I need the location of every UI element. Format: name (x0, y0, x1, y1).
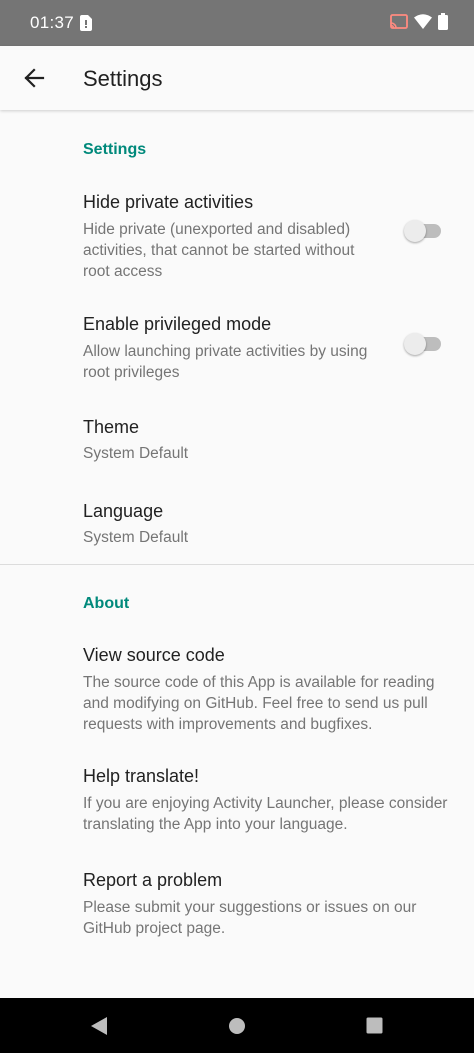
back-button[interactable] (16, 60, 52, 96)
pref-title: Enable privileged mode (83, 314, 272, 334)
arrow-back-icon (24, 68, 45, 88)
sim-card-icon (80, 15, 92, 31)
pref-summary: The source code of this App is available… (83, 674, 435, 733)
category-settings-header: Settings (83, 141, 147, 158)
pref-summary: If you are enjoying Activity Launcher, p… (83, 795, 448, 833)
pref-summary: System Default (83, 529, 189, 546)
cast-icon (390, 13, 408, 35)
status-icons (390, 13, 448, 35)
recents-square-icon (366, 1017, 382, 1034)
pref-summary: Allow launching private activities by us… (83, 343, 368, 381)
pref-title: Hide private activities (83, 192, 254, 212)
pref-view-source-code[interactable]: View source code The source code of this… (0, 645, 474, 737)
pref-summary: Please submit your suggestions or issues… (83, 899, 417, 937)
pref-title: Language (83, 501, 164, 521)
pref-theme[interactable]: Theme System Default (0, 417, 474, 467)
pref-title: View source code (83, 645, 225, 665)
privileged-mode-switch[interactable] (404, 332, 444, 356)
pref-language[interactable]: Language System Default (0, 501, 474, 551)
pref-summary: System Default (83, 445, 189, 462)
nav-recents-button[interactable] (344, 998, 404, 1053)
section-divider (0, 564, 474, 565)
status-bar: 01:37 (0, 0, 474, 46)
pref-report-problem[interactable]: Report a problem Please submit your sugg… (0, 870, 474, 942)
navigation-bar (0, 998, 474, 1053)
battery-icon (438, 13, 448, 35)
switch-thumb (404, 220, 426, 242)
status-time: 01:37 (30, 13, 75, 32)
pref-title: Theme (83, 417, 140, 437)
category-about-header: About (83, 595, 130, 612)
app-bar: Settings (0, 46, 474, 110)
switch-thumb (404, 333, 426, 355)
pref-title: Help translate! (83, 766, 200, 786)
pref-title: Report a problem (83, 870, 223, 890)
pref-summary: Hide private (unexported and disabled) a… (83, 221, 355, 280)
nav-home-button[interactable] (207, 998, 267, 1053)
back-triangle-icon (91, 1016, 107, 1035)
home-circle-icon (229, 1017, 245, 1034)
pref-help-translate[interactable]: Help translate! If you are enjoying Acti… (0, 766, 474, 838)
pref-hide-private-activities[interactable]: Hide private activities Hide private (un… (0, 192, 474, 282)
pref-enable-privileged-mode[interactable]: Enable privileged mode Allow launching p… (0, 314, 474, 384)
hide-private-switch[interactable] (404, 219, 444, 243)
settings-list: Settings Hide private activities Hide pr… (0, 110, 474, 998)
page-title: Settings (83, 66, 163, 91)
nav-back-button[interactable] (69, 998, 129, 1053)
wifi-icon (414, 14, 432, 34)
